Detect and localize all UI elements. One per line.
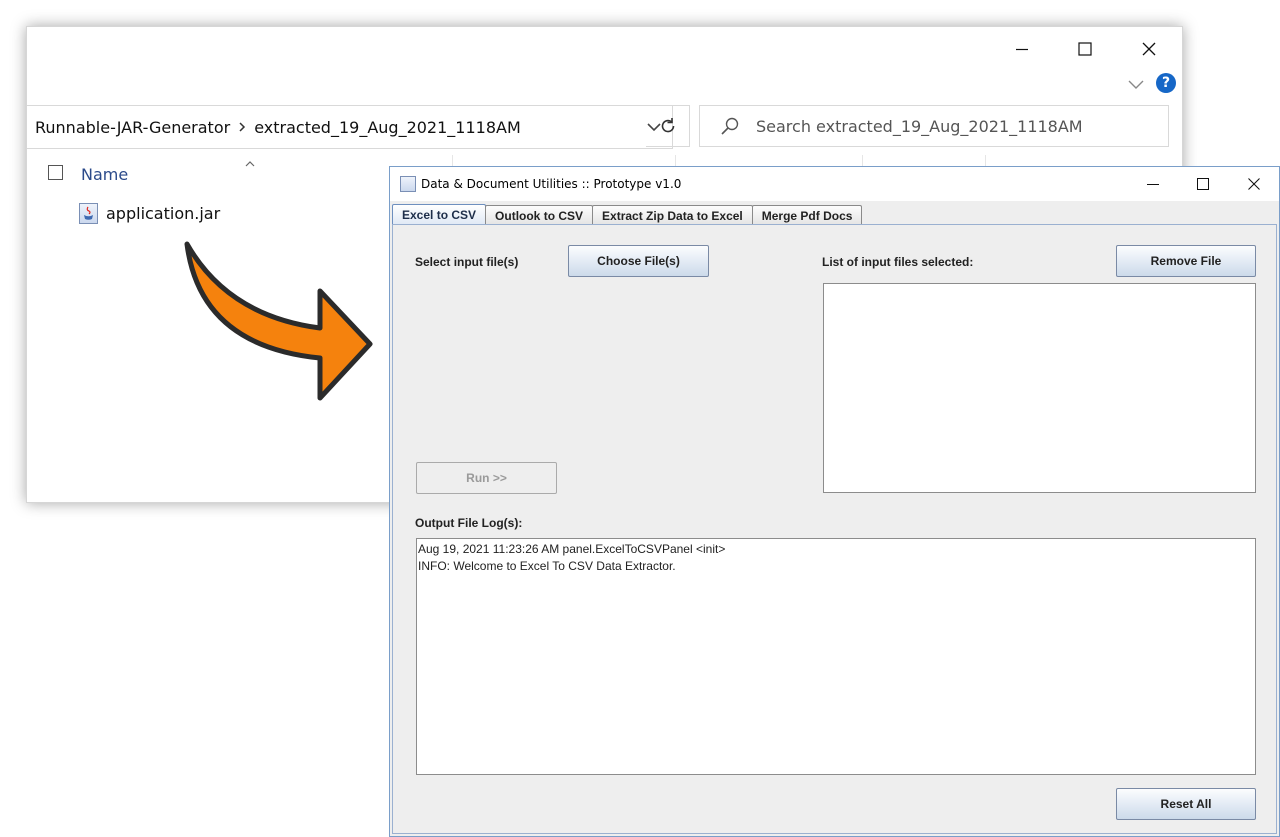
chevron-down-icon xyxy=(1128,80,1144,89)
excel-to-csv-panel: Select input file(s) Choose File(s) List… xyxy=(392,224,1277,834)
tab-outlook-to-csv[interactable]: Outlook to CSV xyxy=(485,205,594,225)
list-item[interactable]: application.jar xyxy=(79,203,220,224)
input-files-list-label: List of input files selected: xyxy=(822,255,974,269)
minimize-icon xyxy=(1016,48,1028,51)
close-icon xyxy=(1142,42,1156,56)
input-files-list[interactable] xyxy=(823,283,1256,493)
jar-file-icon xyxy=(79,203,98,224)
choose-files-button[interactable]: Choose File(s) xyxy=(568,245,709,277)
tab-bar: Excel to CSV Outlook to CSV Extract Zip … xyxy=(392,203,863,225)
select-input-label: Select input file(s) xyxy=(415,255,519,269)
tab-merge-pdf-docs[interactable]: Merge Pdf Docs xyxy=(751,205,863,225)
address-bar[interactable]: Runnable-JAR-Generator extracted_19_Aug_… xyxy=(27,105,673,149)
log-line: Aug 19, 2021 11:23:26 AM panel.ExcelToCS… xyxy=(418,542,726,556)
curved-arrow-icon xyxy=(184,241,373,401)
maximize-icon xyxy=(1078,42,1092,56)
app-window: Data & Document Utilities :: Prototype v… xyxy=(389,166,1280,837)
close-icon xyxy=(1248,178,1260,190)
output-log-label: Output File Log(s): xyxy=(415,516,523,530)
sort-ascending-icon xyxy=(244,153,256,172)
reset-all-button[interactable]: Reset All xyxy=(1116,788,1256,820)
java-app-icon xyxy=(400,176,416,192)
select-all-checkbox[interactable] xyxy=(48,165,63,180)
maximize-button[interactable] xyxy=(1062,35,1108,63)
column-name-header[interactable]: Name xyxy=(81,165,128,184)
log-line: INFO: Welcome to Excel To CSV Data Extra… xyxy=(418,559,676,573)
chevron-right-icon xyxy=(230,121,254,133)
refresh-icon xyxy=(661,118,674,133)
breadcrumb-item[interactable]: Runnable-JAR-Generator xyxy=(27,118,230,137)
file-name: application.jar xyxy=(106,204,221,223)
remove-file-button[interactable]: Remove File xyxy=(1116,245,1256,277)
tab-excel-to-csv[interactable]: Excel to CSV xyxy=(392,204,487,225)
tab-extract-zip-data-to-excel[interactable]: Extract Zip Data to Excel xyxy=(592,205,753,225)
maximize-icon xyxy=(1197,178,1209,190)
window-title: Data & Document Utilities :: Prototype v… xyxy=(421,177,682,191)
minimize-button[interactable] xyxy=(1130,171,1176,197)
refresh-button[interactable] xyxy=(646,105,690,147)
run-button[interactable]: Run >> xyxy=(416,462,557,494)
ribbon-expand-button[interactable] xyxy=(1127,75,1147,93)
search-input[interactable]: Search extracted_19_Aug_2021_1118AM xyxy=(699,105,1169,147)
output-log-textarea[interactable]: Aug 19, 2021 11:23:26 AM panel.ExcelToCS… xyxy=(416,538,1256,775)
close-button[interactable] xyxy=(1126,35,1172,63)
minimize-icon xyxy=(1147,184,1159,185)
search-icon xyxy=(720,116,740,136)
help-button[interactable]: ? xyxy=(1156,73,1176,93)
breadcrumb-item[interactable]: extracted_19_Aug_2021_1118AM xyxy=(254,118,521,137)
title-bar: Data & Document Utilities :: Prototype v… xyxy=(390,167,1279,201)
log-content: Aug 19, 2021 11:23:26 AM panel.ExcelToCS… xyxy=(418,541,725,575)
minimize-button[interactable] xyxy=(999,35,1045,63)
maximize-button[interactable] xyxy=(1180,171,1226,197)
search-placeholder: Search extracted_19_Aug_2021_1118AM xyxy=(756,116,1083,136)
close-button[interactable] xyxy=(1231,171,1277,197)
